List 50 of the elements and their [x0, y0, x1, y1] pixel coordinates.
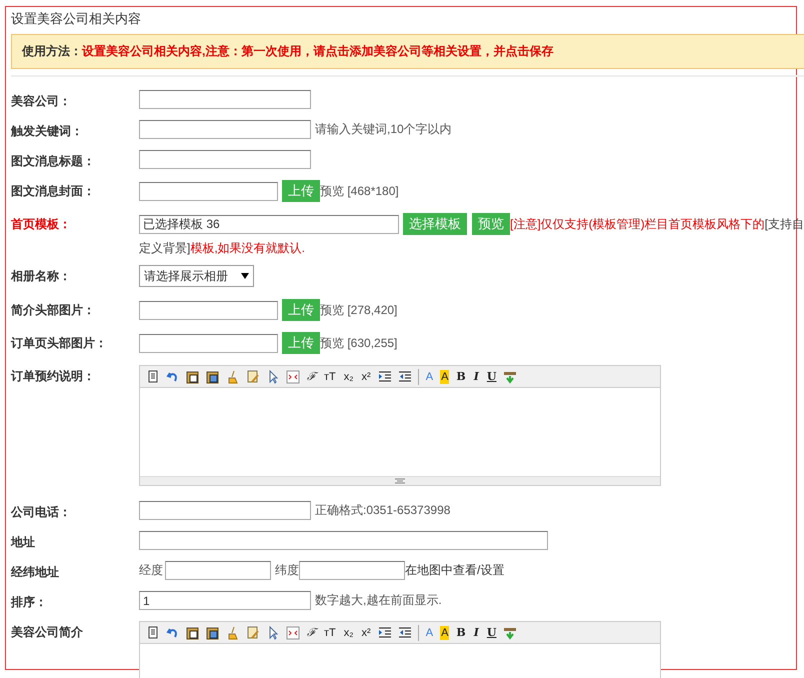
album-dropdown[interactable]: 请选择展示相册 [139, 265, 254, 287]
italic-tool[interactable]: I [472, 370, 480, 384]
preview-size: 预览 [630,255] [320, 334, 398, 352]
field-label: 图文消息封面： [11, 183, 96, 200]
latitude-label: 纬度 [274, 562, 299, 579]
field-label: 相册名称： [11, 268, 72, 285]
backcolor-tool[interactable]: A [440, 370, 450, 384]
field-label: 美容公司简介 [11, 624, 84, 641]
field-label: 订单预约说明： [11, 368, 96, 385]
notice-text: 设置美容公司相关内容,注意：第一次使用，请点击添加美容公司等相关设置，并点击保存 [82, 43, 554, 60]
forecolor-tool[interactable]: A [424, 370, 434, 384]
size-tool[interactable]: тT [323, 626, 337, 640]
sub-tool[interactable]: x₂ [342, 370, 355, 384]
template-note: 定义背景]模板,如果没有就默认. [139, 241, 306, 255]
size-tool[interactable]: тT [323, 370, 337, 384]
field-label: 图文消息标题： [11, 153, 96, 170]
notice-label: 使用方法： [22, 43, 82, 60]
preview-size: 预览 [468*180] [320, 182, 399, 200]
page-title: 设置美容公司相关内容 [11, 10, 142, 28]
font-tool[interactable]: ℱ [306, 626, 317, 640]
sup-tool[interactable]: x² [360, 626, 372, 640]
italic-tool[interactable]: I [472, 626, 480, 640]
field-label: 触发关键词： [11, 123, 84, 140]
field-hint: 请输入关键词,10个字以内 [314, 121, 452, 138]
bold-tool[interactable]: B [455, 626, 467, 640]
sup-tool[interactable]: x² [360, 370, 372, 384]
field-hint: 数字越大,越在前面显示. [314, 592, 442, 609]
field-label: 公司电话： [11, 504, 72, 521]
field-label: 地址 [11, 534, 36, 551]
field-label: 美容公司： [11, 93, 72, 110]
field-label: 简介头部图片： [11, 302, 96, 319]
underline-tool[interactable]: U [486, 626, 498, 640]
underline-tool[interactable]: U [486, 370, 498, 384]
field-label: 经纬地址 [11, 564, 60, 581]
rich-text-editor[interactable]: ℱ тT x₂ x² A A B I U [139, 365, 661, 486]
rich-text-editor[interactable]: ℱ тT x₂ x² A A B I U [139, 621, 661, 678]
field-label: 订单页头部图片： [11, 335, 108, 352]
text-field[interactable]: 1 [139, 591, 311, 610]
preview-size: 预览 [278,420] [320, 302, 398, 318]
backcolor-tool[interactable]: A [440, 626, 450, 640]
font-tool[interactable]: ℱ [306, 370, 317, 384]
forecolor-tool[interactable]: A [424, 626, 434, 640]
map-link[interactable]: 在地图中查看/设置 [405, 562, 504, 579]
field-label: 首页模板： [11, 216, 72, 233]
field-hint: 正确格式:0351-65373998 [314, 502, 450, 519]
longitude-label: 经度 [139, 562, 164, 579]
sub-tool[interactable]: x₂ [342, 626, 355, 640]
template-field[interactable]: 已选择模板 36 [139, 214, 399, 234]
bold-tool[interactable]: B [455, 370, 467, 384]
field-label: 排序： [11, 594, 48, 611]
